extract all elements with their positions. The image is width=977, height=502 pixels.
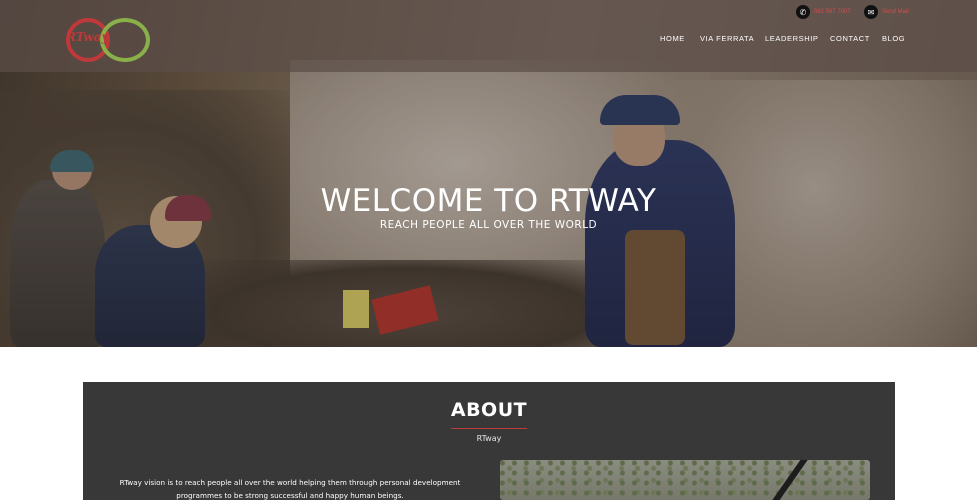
phone-icon: ✆	[796, 5, 810, 19]
site-logo[interactable]: RTway	[62, 16, 152, 64]
about-text: RTway vision is to reach people all over…	[119, 478, 461, 500]
hero-title: WELCOME TO RTWAY	[320, 183, 657, 219]
envelope-icon: ✉	[864, 5, 878, 19]
nav-home[interactable]: HOME	[660, 34, 685, 43]
about-image-texture	[500, 460, 870, 500]
nav-leadership[interactable]: LEADERSHIP	[765, 34, 819, 43]
about-image	[500, 460, 870, 500]
email-label: Send Mail	[882, 9, 909, 15]
phone-contact[interactable]: ✆ 082 567 7007	[796, 5, 851, 19]
nav-blog[interactable]: BLOG	[882, 34, 905, 43]
about-section: ABOUT RTway RTway vision is to reach peo…	[83, 382, 895, 500]
nav-via-ferrata[interactable]: VIA FERRATA	[700, 34, 754, 43]
about-title: ABOUT	[450, 399, 528, 421]
nav-contact[interactable]: CONTACT	[830, 34, 870, 43]
logo-text: RTway	[66, 30, 109, 44]
about-divider	[451, 428, 527, 429]
site-header: RTway ✆ 082 567 7007 ✉ Send Mail HOME VI…	[0, 0, 977, 72]
about-subtitle: RTway	[476, 434, 502, 443]
email-contact[interactable]: ✉ Send Mail	[864, 5, 909, 19]
phone-number: 082 567 7007	[814, 9, 851, 15]
hero-subtitle: REACH PEOPLE ALL OVER THE WORLD	[379, 219, 598, 231]
